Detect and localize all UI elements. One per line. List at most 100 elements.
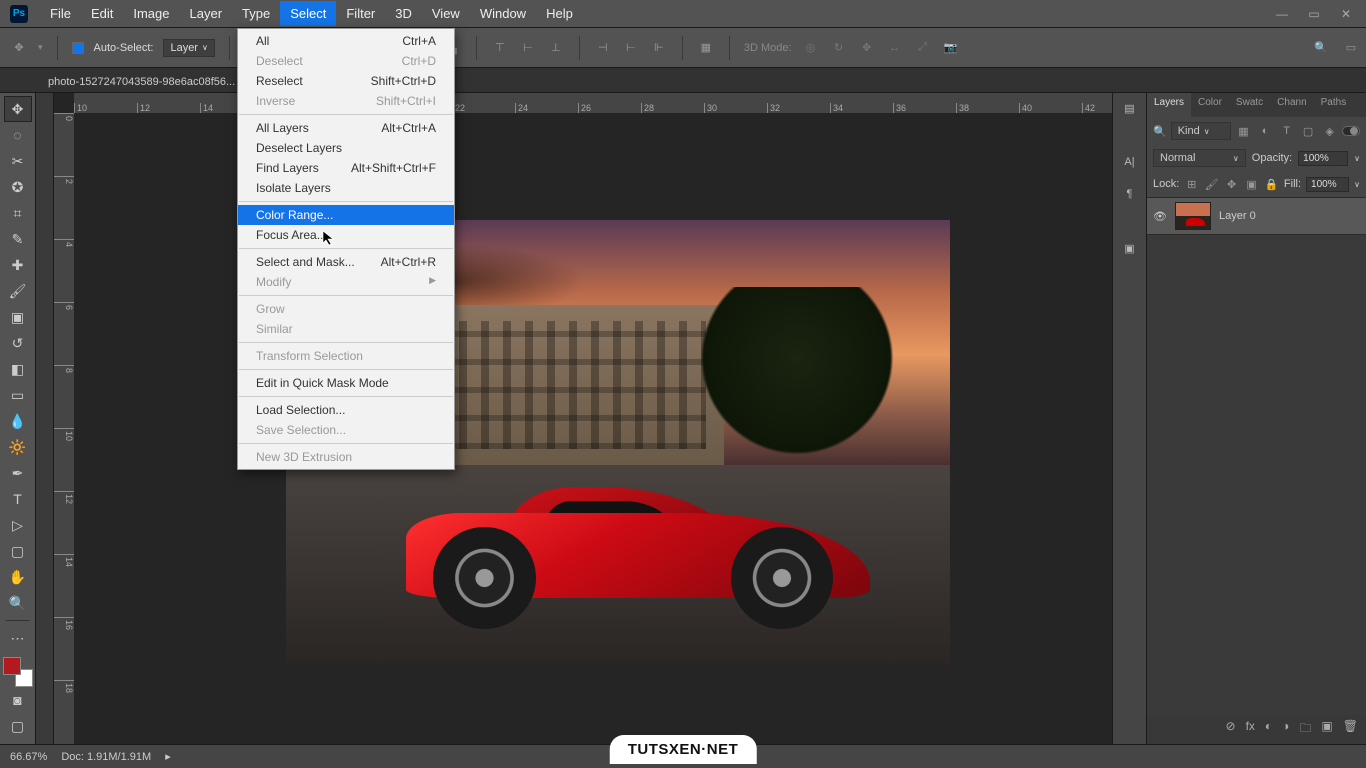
- heal-tool[interactable]: ✚: [4, 252, 32, 278]
- gradient-tool[interactable]: ▭: [4, 382, 32, 408]
- close-button[interactable]: ✕: [1336, 7, 1356, 21]
- adjustment-icon[interactable]: ◑: [1282, 719, 1289, 740]
- eraser-tool[interactable]: ◧: [4, 356, 32, 382]
- menu-item-isolate-layers[interactable]: Isolate Layers: [238, 178, 454, 198]
- menu-item-select-and-mask[interactable]: Select and Mask...Alt+Ctrl+R: [238, 252, 454, 272]
- filter-smart-icon[interactable]: ◈: [1321, 122, 1339, 140]
- link-layers-icon[interactable]: ⊘: [1226, 719, 1236, 740]
- lasso-tool[interactable]: ✂: [4, 148, 32, 174]
- path-select-tool[interactable]: ▷: [4, 512, 32, 538]
- menu-item-find-layers[interactable]: Find LayersAlt+Shift+Ctrl+F: [238, 158, 454, 178]
- filter-kind-dropdown[interactable]: Kind∨: [1171, 122, 1231, 140]
- eyedropper-tool[interactable]: ✎: [4, 226, 32, 252]
- menu-image[interactable]: Image: [123, 1, 179, 26]
- menu-item-color-range[interactable]: Color Range...: [238, 205, 454, 225]
- filter-type-icon[interactable]: T: [1278, 122, 1296, 140]
- dist-hcenter-icon[interactable]: ⊢: [622, 39, 640, 57]
- foreground-color-swatch[interactable]: [3, 657, 21, 675]
- layer-thumbnail-icon[interactable]: [1175, 202, 1211, 230]
- character-panel-icon[interactable]: A|: [1120, 153, 1140, 171]
- menu-file[interactable]: File: [40, 1, 81, 26]
- type-tool[interactable]: T: [4, 486, 32, 512]
- screen-mode-toggle[interactable]: ▢: [4, 713, 32, 739]
- minimize-button[interactable]: —: [1272, 7, 1292, 21]
- menu-select[interactable]: Select: [280, 1, 336, 26]
- menu-item-load-selection[interactable]: Load Selection...: [238, 400, 454, 420]
- panel-tab-paths[interactable]: Paths: [1314, 93, 1354, 117]
- history-brush-tool[interactable]: ↺: [4, 330, 32, 356]
- auto-select-checkbox[interactable]: [72, 42, 84, 54]
- color-swatches[interactable]: [3, 657, 33, 687]
- menu-layer[interactable]: Layer: [180, 1, 233, 26]
- opacity-input[interactable]: 100%: [1298, 151, 1348, 166]
- lock-brush-icon[interactable]: 🖌: [1204, 175, 1219, 193]
- clone-tool[interactable]: ▣: [4, 304, 32, 330]
- blur-tool[interactable]: 💧: [4, 408, 32, 434]
- filter-shape-icon[interactable]: ▢: [1299, 122, 1317, 140]
- status-arrow-icon[interactable]: ▸: [165, 750, 171, 763]
- dist-bottom-icon[interactable]: ⊥: [547, 39, 565, 57]
- pan-icon[interactable]: ✥: [858, 39, 876, 57]
- document-tab[interactable]: photo-1527247043589-98e6ac08f56...: [38, 72, 245, 92]
- fx-icon[interactable]: fx: [1246, 719, 1255, 740]
- panel-tab-color[interactable]: Color: [1191, 93, 1229, 117]
- panel-tab-swatc[interactable]: Swatc: [1229, 93, 1270, 117]
- menu-item-all[interactable]: AllCtrl+A: [238, 31, 454, 51]
- history-panel-icon[interactable]: ▤: [1120, 99, 1140, 117]
- group-icon[interactable]: 🗀: [1299, 719, 1311, 740]
- canvas-area[interactable]: 101214161820222426283032343638404244 024…: [54, 93, 1112, 744]
- menu-window[interactable]: Window: [470, 1, 536, 26]
- move-tool-icon[interactable]: ✥: [10, 39, 28, 57]
- menu-help[interactable]: Help: [536, 1, 583, 26]
- layer-name[interactable]: Layer 0: [1219, 210, 1256, 222]
- slide-icon[interactable]: ↔: [886, 39, 904, 57]
- edit-toolbar-icon[interactable]: ⋯: [4, 625, 32, 651]
- auto-align-icon[interactable]: ▦: [697, 39, 715, 57]
- doc-size[interactable]: Doc: 1.91M/1.91M: [61, 751, 151, 763]
- filter-pixel-icon[interactable]: ▦: [1235, 122, 1253, 140]
- crop-tool[interactable]: ⌗: [4, 200, 32, 226]
- menu-item-all-layers[interactable]: All LayersAlt+Ctrl+A: [238, 118, 454, 138]
- camera-icon[interactable]: 📷: [942, 39, 960, 57]
- menu-3d[interactable]: 3D: [385, 1, 422, 26]
- shape-tool[interactable]: ▢: [4, 538, 32, 564]
- fill-input[interactable]: 100%: [1306, 177, 1349, 192]
- hand-tool[interactable]: ✋: [4, 564, 32, 590]
- lock-all-icon[interactable]: 🔒: [1264, 175, 1279, 193]
- layer-filter-toggle[interactable]: [1342, 126, 1360, 136]
- blend-mode-dropdown[interactable]: Normal∨: [1153, 149, 1246, 167]
- zoom-tool[interactable]: 🔍: [4, 590, 32, 616]
- maximize-button[interactable]: ▭: [1304, 7, 1324, 21]
- dist-top-icon[interactable]: ⊤: [491, 39, 509, 57]
- auto-select-dropdown[interactable]: Layer∨: [163, 39, 214, 57]
- dist-left-icon[interactable]: ⊣: [594, 39, 612, 57]
- lock-pixels-icon[interactable]: ⊞: [1184, 175, 1199, 193]
- menu-item-edit-in-quick-mask-mode[interactable]: Edit in Quick Mask Mode: [238, 373, 454, 393]
- menu-filter[interactable]: Filter: [336, 1, 385, 26]
- dist-right-icon[interactable]: ⊩: [650, 39, 668, 57]
- brush-tool[interactable]: 🖌: [4, 278, 32, 304]
- quick-select-tool[interactable]: ✪: [4, 174, 32, 200]
- search-icon[interactable]: 🔍: [1312, 39, 1330, 57]
- menu-type[interactable]: Type: [232, 1, 280, 26]
- layer-item[interactable]: 👁 Layer 0: [1147, 198, 1366, 235]
- menu-edit[interactable]: Edit: [81, 1, 123, 26]
- workspace-icon[interactable]: ▭: [1342, 39, 1360, 57]
- filter-adjust-icon[interactable]: ◐: [1256, 122, 1274, 140]
- marquee-tool[interactable]: ◌: [4, 122, 32, 148]
- lock-position-icon[interactable]: ✥: [1224, 175, 1239, 193]
- quick-mask-toggle[interactable]: ◙: [4, 687, 32, 713]
- panel-tab-chann[interactable]: Chann: [1270, 93, 1313, 117]
- new-layer-icon[interactable]: ▣: [1321, 719, 1332, 740]
- dodge-tool[interactable]: 🔆: [4, 434, 32, 460]
- dist-vcenter-icon[interactable]: ⊢: [519, 39, 537, 57]
- roll-icon[interactable]: ↻: [830, 39, 848, 57]
- lock-artboard-icon[interactable]: ▣: [1244, 175, 1259, 193]
- properties-panel-icon[interactable]: ▣: [1120, 239, 1140, 257]
- delete-layer-icon[interactable]: 🗑: [1343, 719, 1358, 740]
- pen-tool[interactable]: ✒: [4, 460, 32, 486]
- mask-icon[interactable]: ◐: [1265, 719, 1272, 740]
- panel-tab-layers[interactable]: Layers: [1147, 93, 1191, 117]
- scale-3d-icon[interactable]: ⤢: [914, 39, 932, 57]
- menu-item-deselect-layers[interactable]: Deselect Layers: [238, 138, 454, 158]
